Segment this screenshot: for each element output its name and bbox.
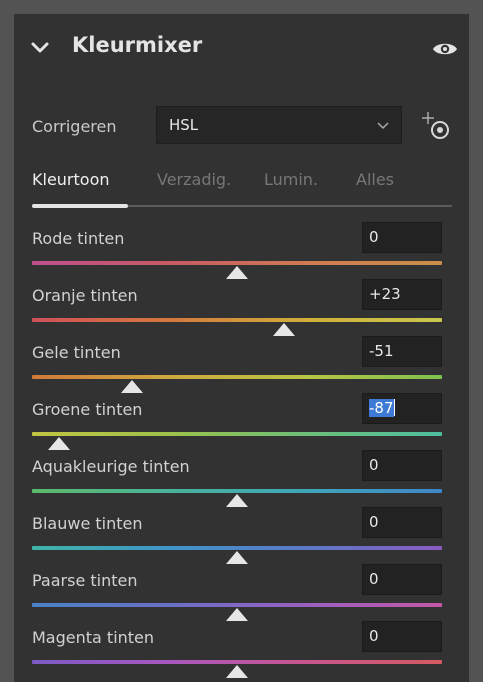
slider-track[interactable] [32,261,442,265]
slider-label: Aquakleurige tinten [32,457,190,476]
slider-track[interactable] [32,660,442,664]
chevron-down-icon [377,122,389,130]
slider-value-input[interactable]: 0 [362,450,442,481]
slider-label: Rode tinten [32,229,125,248]
slider-label: Groene tinten [32,400,143,419]
slider-label: Paarse tinten [32,571,138,590]
slider-track[interactable] [32,318,442,322]
slider-thumb[interactable] [121,380,144,393]
eye-icon[interactable] [432,40,458,58]
slider-track[interactable] [32,546,442,550]
panel-header[interactable]: Kleurmixer [14,14,469,90]
slider-label: Gele tinten [32,343,121,362]
slider-value-input[interactable]: 0 [362,507,442,538]
slider-track[interactable] [32,375,442,379]
slider-value-input[interactable]: -87 [362,393,442,424]
slider-value-input[interactable]: -51 [362,336,442,367]
slider-label: Magenta tinten [32,628,155,647]
adjust-label: Corrigeren [32,117,117,136]
slider-track[interactable] [32,489,442,493]
adjust-mode-select[interactable]: HSL [156,106,402,144]
slider-value-input[interactable]: 0 [362,621,442,652]
chevron-down-icon[interactable] [30,38,50,58]
slider-label: Blauwe tinten [32,514,143,533]
slider-track[interactable] [32,603,442,607]
adjust-mode-value: HSL [169,116,199,134]
panel-title: Kleurmixer [72,33,203,57]
slider-value-input[interactable]: +23 [362,279,442,310]
slider-thumb[interactable] [47,437,70,450]
active-tab-indicator [32,204,128,208]
target-adjustment-icon[interactable] [418,106,452,144]
slider-label: Oranje tinten [32,286,138,305]
tab-luminance[interactable]: Lumin. [264,170,318,189]
tab-saturation[interactable]: Verzadig. [157,170,231,189]
tab-hue[interactable]: Kleurtoon [32,170,110,189]
slider-thumb[interactable] [226,494,248,507]
tab-all[interactable]: Alles [356,170,394,189]
slider-thumb[interactable] [226,551,248,564]
slider-value-input[interactable]: 0 [362,564,442,595]
slider-value-input[interactable]: 0 [362,222,442,253]
slider-thumb[interactable] [226,608,248,621]
color-mixer-panel: Kleurmixer Corrigeren HSL Kleurtoon Verza… [14,14,469,682]
slider-thumb[interactable] [226,665,248,678]
slider-thumb[interactable] [273,323,296,336]
slider-thumb[interactable] [226,266,248,279]
slider-track[interactable] [32,432,442,436]
